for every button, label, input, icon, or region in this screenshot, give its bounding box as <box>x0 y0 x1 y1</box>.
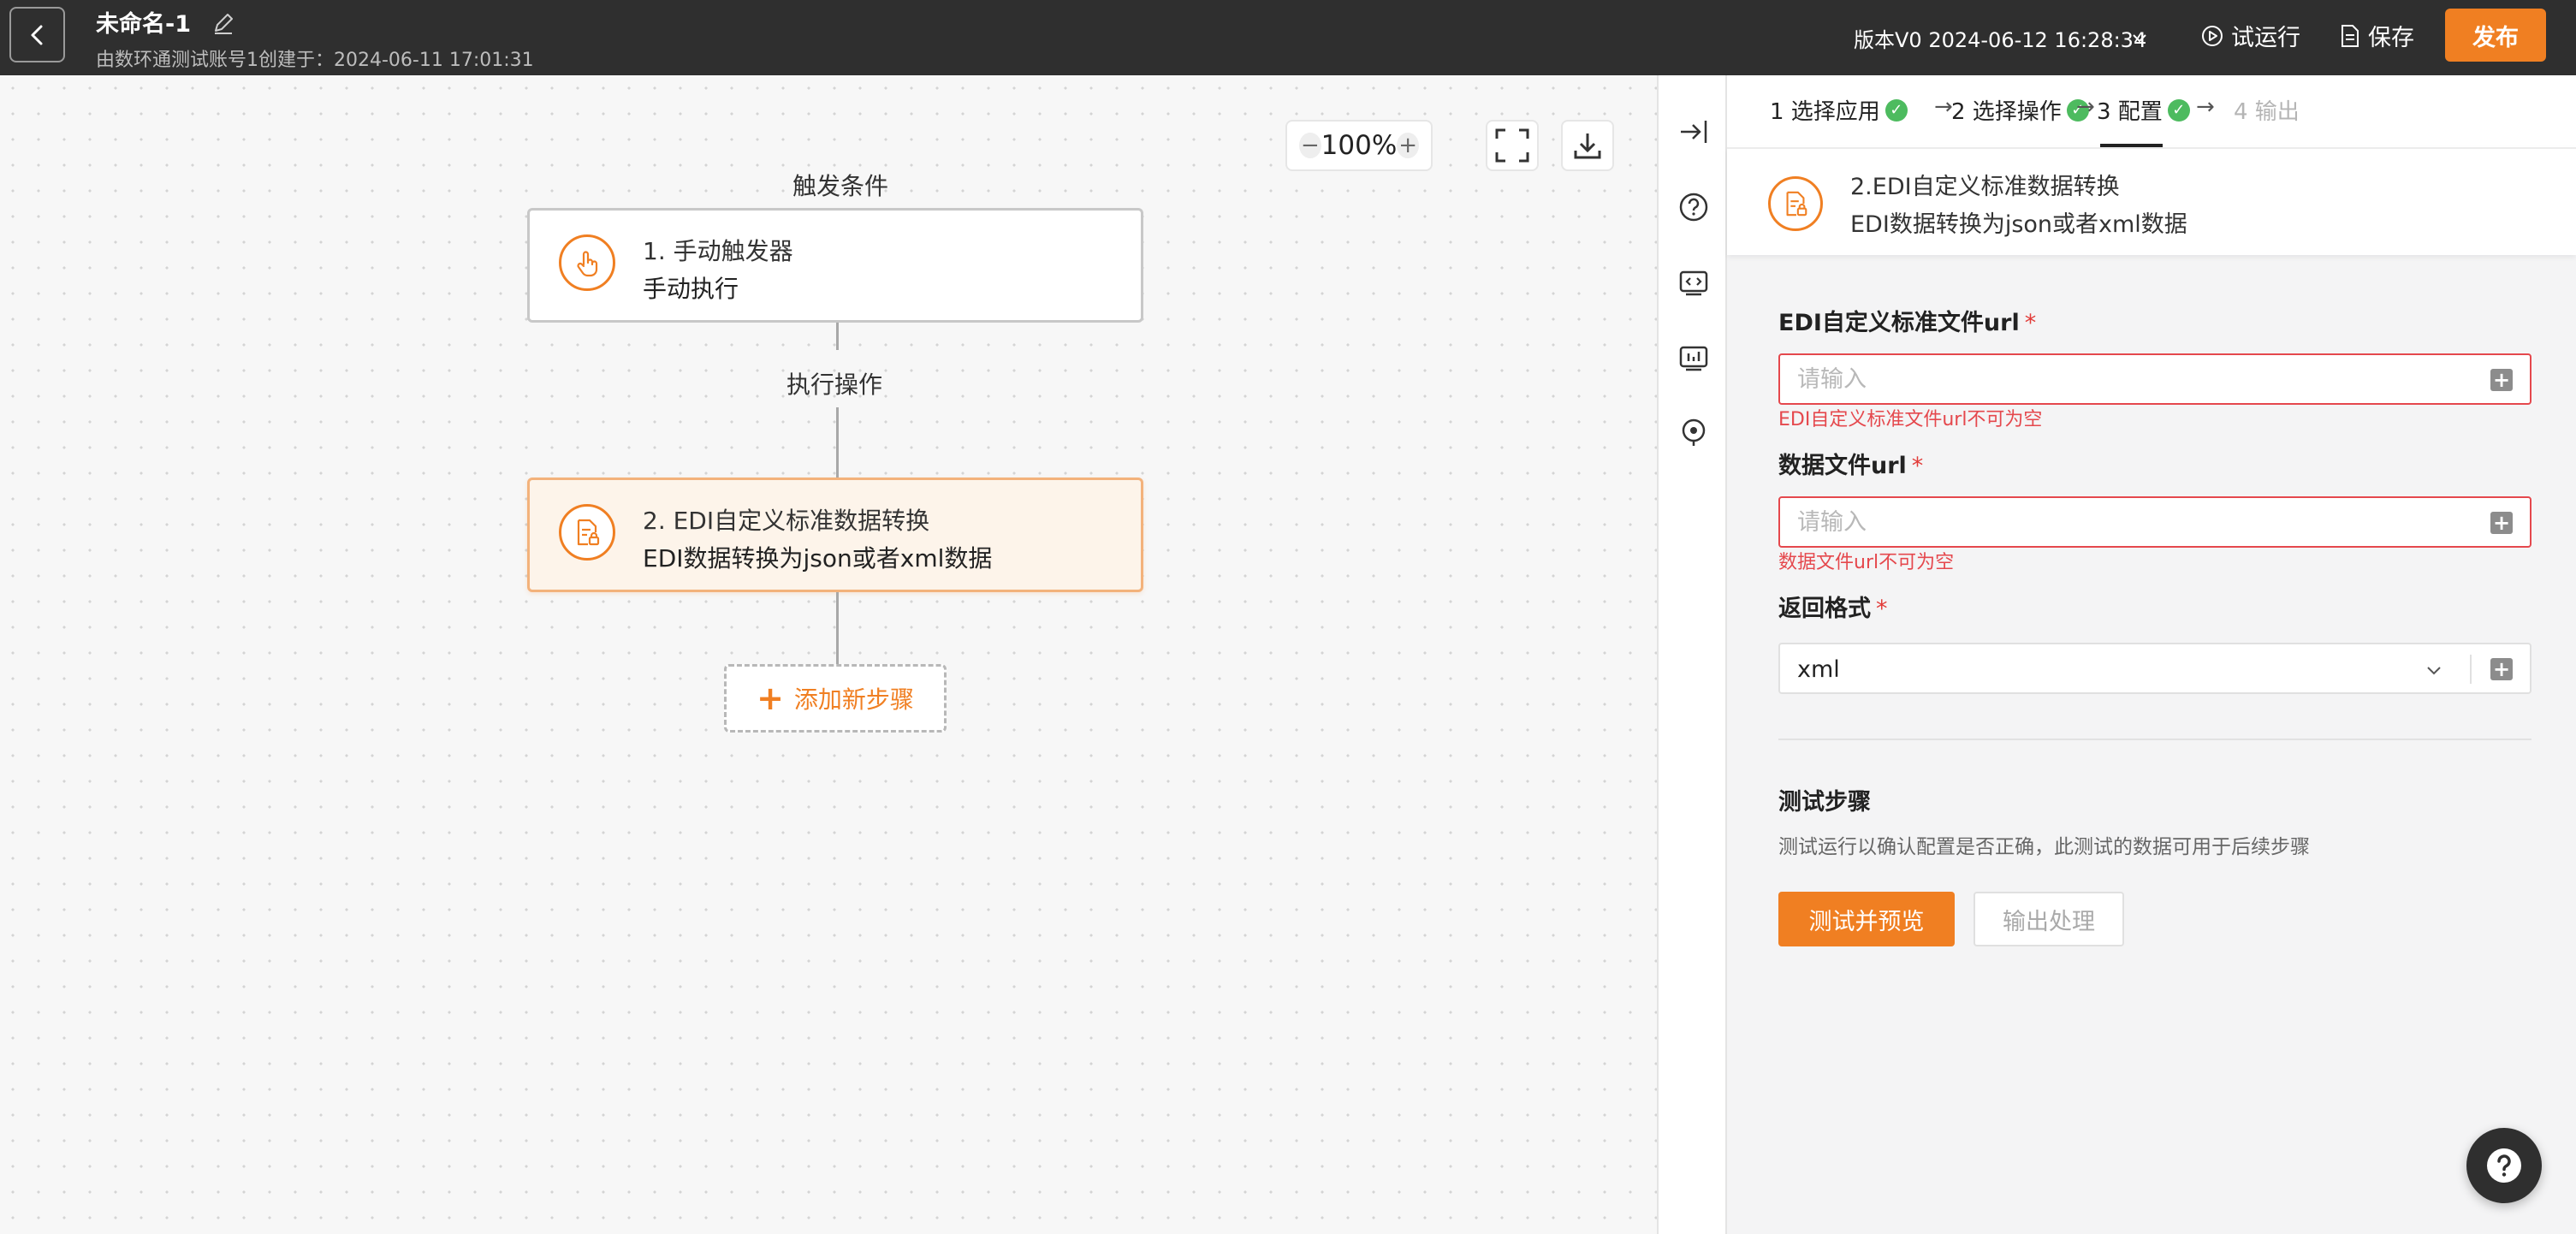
test-section-title: 测试步骤 <box>1778 789 1871 816</box>
connector-line <box>836 407 839 478</box>
info-description: EDI数据转换为json或者xml数据 <box>1850 211 2187 238</box>
action-section-label: 执行操作 <box>786 371 883 399</box>
arrow-right-icon: → <box>2076 94 2095 120</box>
trigger-node[interactable]: 1. 手动触发器 手动执行 <box>527 208 1143 323</box>
selected-node-info: 2.EDI自定义标准数据转换 EDI数据转换为json或者xml数据 <box>1727 147 2576 255</box>
select-value: xml <box>1797 656 1840 683</box>
edi-url-input[interactable] <box>1797 355 2465 403</box>
required-marker: * <box>2024 310 2037 336</box>
code-window-icon[interactable] <box>1677 265 1711 300</box>
chart-monitor-icon[interactable] <box>1677 341 1711 375</box>
return-format-select[interactable]: xml + <box>1778 643 2531 694</box>
document-lock-icon <box>559 504 615 561</box>
collapse-panel-icon[interactable] <box>1677 115 1711 149</box>
trigger-section-label: 触发条件 <box>792 172 889 200</box>
hand-pointer-icon <box>559 234 615 291</box>
zoom-level: 100% <box>1321 130 1398 161</box>
field-label-return-format: 返回格式 * <box>1778 590 1888 623</box>
document-icon <box>2342 24 2359 47</box>
node-description: 手动执行 <box>643 275 739 303</box>
output-processing-button[interactable]: 输出处理 <box>1974 892 2124 946</box>
add-step-label: 添加新步骤 <box>793 685 914 714</box>
fullscreen-icon <box>1495 128 1529 163</box>
version-selector[interactable]: 版本V0 2024-06-12 16:28:34 <box>1854 23 2146 53</box>
step-output[interactable]: 4 输出 <box>2234 94 2300 126</box>
step-navigation: 1 选择应用 ✓ → 2 选择操作 ✓ → 3 配置 ✓ → 4 输出 <box>1727 75 2576 147</box>
step-label: 2 选择操作 <box>1951 99 2062 125</box>
publish-button[interactable]: 发布 <box>2445 9 2546 62</box>
required-marker: * <box>1876 596 1888 622</box>
workflow-canvas[interactable]: − 100% + 触发条件 1. 手动触发器 手动执行 执行操作 2. EDI自… <box>0 75 1657 1234</box>
chevron-down-icon[interactable] <box>2422 658 2446 682</box>
fullscreen-button[interactable] <box>1486 120 1539 171</box>
connector-line <box>836 592 839 664</box>
play-circle-icon <box>2202 25 2223 46</box>
info-title: 2.EDI自定义标准数据转换 <box>1850 174 2120 200</box>
insert-variable-icon[interactable]: + <box>2490 369 2513 391</box>
label-text: 返回格式 <box>1778 596 1871 622</box>
download-icon <box>1574 133 1601 159</box>
config-panel: 1 选择应用 ✓ → 2 选择操作 ✓ → 3 配置 ✓ → 4 输出 2.ED… <box>1727 75 2576 1234</box>
help-fab-button[interactable] <box>2466 1128 2542 1203</box>
created-info: 由数环通测试账号1创建于：2024-06-11 17:01:31 <box>96 50 534 71</box>
chevron-left-icon <box>31 25 42 44</box>
trial-run-button[interactable]: 试运行 <box>2200 19 2300 52</box>
save-label: 保存 <box>2368 25 2414 51</box>
arrow-right-icon: → <box>2196 94 2215 120</box>
step-label: 4 输出 <box>2234 99 2300 125</box>
check-circle-icon: ✓ <box>1885 98 1908 122</box>
node-description: EDI数据转换为json或者xml数据 <box>643 544 993 573</box>
label-text: 数据文件url <box>1778 453 1907 479</box>
location-pin-icon[interactable] <box>1677 416 1711 450</box>
insert-variable-icon[interactable]: + <box>2490 512 2513 534</box>
document-lock-icon <box>1768 176 1823 231</box>
step-select-operation[interactable]: 2 选择操作 ✓ <box>1951 94 2089 126</box>
download-button[interactable] <box>1561 120 1614 171</box>
field-error-data-url: 数据文件url不可为空 <box>1778 552 1955 573</box>
workflow-title: 未命名-1 <box>96 11 191 38</box>
arrow-right-icon: → <box>1934 94 1953 120</box>
data-url-field: + <box>1778 496 2531 548</box>
test-section-description: 测试运行以确认配置是否正确，此测试的数据可用于后续步骤 <box>1778 836 2310 858</box>
step-label: 3 配置 <box>2097 99 2163 125</box>
add-step-button[interactable]: + 添加新步骤 <box>724 664 947 733</box>
field-label-data-url: 数据文件url * <box>1778 447 1923 480</box>
zoom-in-button[interactable]: + <box>1397 133 1419 158</box>
top-bar: 未命名-1 由数环通测试账号1创建于：2024-06-11 17:01:31 版… <box>0 0 2576 75</box>
node-title: 1. 手动触发器 <box>643 237 793 265</box>
plus-icon: + <box>757 679 784 717</box>
edi-transform-node[interactable]: 2. EDI自定义标准数据转换 EDI数据转换为json或者xml数据 <box>527 478 1143 592</box>
divider <box>2470 655 2472 684</box>
edi-url-field: + <box>1778 353 2531 405</box>
field-error-edi-url: EDI自定义标准文件url不可为空 <box>1778 409 2043 430</box>
trial-run-label: 试运行 <box>2231 25 2300 51</box>
data-url-input[interactable] <box>1797 498 2465 546</box>
help-circle-icon[interactable] <box>1677 190 1711 224</box>
save-button[interactable]: 保存 <box>2339 19 2414 52</box>
step-label: 1 选择应用 <box>1770 99 1880 125</box>
field-label-edi-url: EDI自定义标准文件url * <box>1778 304 2036 337</box>
section-divider <box>1778 739 2531 740</box>
chevron-down-icon[interactable] <box>2129 27 2150 48</box>
edit-pencil-icon[interactable] <box>211 10 236 36</box>
label-text: EDI自定义标准文件url <box>1778 310 2020 336</box>
insert-variable-icon[interactable]: + <box>2490 658 2513 680</box>
zoom-out-button[interactable]: − <box>1299 133 1321 158</box>
step-configure[interactable]: 3 配置 ✓ <box>2097 94 2190 126</box>
required-marker: * <box>1911 453 1924 479</box>
question-bubble-icon <box>2487 1148 2521 1183</box>
zoom-control: − 100% + <box>1285 120 1433 171</box>
back-button[interactable] <box>9 7 65 62</box>
test-preview-button[interactable]: 测试并预览 <box>1778 892 1955 946</box>
check-circle-icon: ✓ <box>2167 98 2190 122</box>
connector-line <box>836 323 839 350</box>
step-select-app[interactable]: 1 选择应用 ✓ <box>1770 94 1908 126</box>
side-toolbar <box>1657 75 1727 1234</box>
node-title: 2. EDI自定义标准数据转换 <box>643 507 930 535</box>
